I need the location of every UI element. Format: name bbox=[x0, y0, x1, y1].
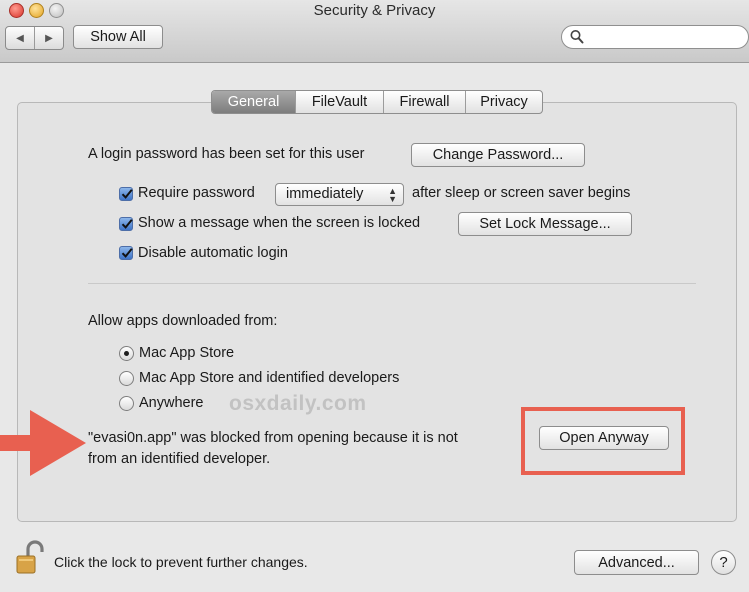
osxdaily-watermark: osxdaily.com bbox=[229, 392, 367, 415]
radio-anywhere[interactable] bbox=[119, 396, 134, 411]
checkmark-icon bbox=[121, 248, 133, 258]
forward-button[interactable]: ▶ bbox=[34, 27, 63, 49]
allow-apps-label: Allow apps downloaded from: bbox=[88, 313, 278, 329]
tab-firewall[interactable]: Firewall bbox=[383, 91, 465, 113]
lock-status-text: Click the lock to prevent further change… bbox=[54, 554, 308, 570]
blocked-message-line-2: from an identified developer. bbox=[88, 451, 271, 467]
help-button[interactable]: ? bbox=[711, 550, 736, 575]
radio-mac-app-store[interactable] bbox=[119, 346, 134, 361]
show-message-label: Show a message when the screen is locked bbox=[138, 215, 421, 231]
search-input[interactable] bbox=[588, 28, 742, 48]
back-arrow-icon: ◀ bbox=[16, 32, 24, 44]
window-title: Security & Privacy bbox=[313, 2, 436, 19]
disable-login-checkbox[interactable] bbox=[119, 246, 133, 260]
radio-mac-app-store-label: Mac App Store bbox=[139, 345, 235, 361]
change-password-button[interactable]: Change Password... bbox=[411, 143, 585, 167]
checkmark-icon bbox=[121, 189, 133, 199]
unlocked-padlock-icon[interactable] bbox=[15, 540, 45, 576]
require-password-select-value: immediately bbox=[286, 186, 364, 202]
require-password-label: Require password bbox=[138, 185, 255, 201]
show-all-button[interactable]: Show All bbox=[73, 25, 163, 49]
require-password-select[interactable]: immediately ▲ ▼ bbox=[275, 183, 404, 206]
stepper-arrows-icon: ▲ ▼ bbox=[388, 186, 397, 204]
forward-arrow-icon: ▶ bbox=[45, 32, 53, 44]
highlight-box bbox=[521, 407, 685, 475]
radio-identified-developers-label: Mac App Store and identified developers bbox=[139, 370, 400, 386]
section-divider bbox=[88, 283, 696, 284]
advanced-button[interactable]: Advanced... bbox=[574, 550, 699, 575]
back-forward-group: ◀ ▶ bbox=[5, 26, 64, 50]
show-all-label: Show All bbox=[90, 29, 146, 45]
set-lock-message-label: Set Lock Message... bbox=[479, 216, 611, 232]
tab-general[interactable]: General bbox=[212, 91, 295, 113]
advanced-label: Advanced... bbox=[598, 554, 675, 571]
back-button[interactable]: ◀ bbox=[6, 27, 34, 49]
tab-privacy[interactable]: Privacy bbox=[465, 91, 542, 113]
login-password-text: A login password has been set for this u… bbox=[88, 146, 365, 162]
pointer-arrow-icon bbox=[0, 410, 86, 476]
require-password-suffix: after sleep or screen saver begins bbox=[412, 185, 631, 201]
blocked-message-line-1: "evasi0n.app" was blocked from opening b… bbox=[88, 430, 458, 446]
tab-bar: General FileVault Firewall Privacy bbox=[211, 90, 543, 114]
checkmark-icon bbox=[121, 219, 133, 229]
change-password-label: Change Password... bbox=[432, 147, 564, 163]
radio-identified-developers[interactable] bbox=[119, 371, 134, 386]
require-password-checkbox[interactable] bbox=[119, 187, 133, 201]
tab-filevault[interactable]: FileVault bbox=[295, 91, 383, 113]
disable-login-label: Disable automatic login bbox=[138, 245, 288, 261]
search-field[interactable] bbox=[561, 25, 749, 49]
help-question-icon: ? bbox=[719, 554, 728, 571]
set-lock-message-button[interactable]: Set Lock Message... bbox=[458, 212, 632, 236]
radio-anywhere-label: Anywhere bbox=[139, 395, 204, 411]
show-message-checkbox[interactable] bbox=[119, 217, 133, 231]
search-icon bbox=[570, 30, 584, 44]
